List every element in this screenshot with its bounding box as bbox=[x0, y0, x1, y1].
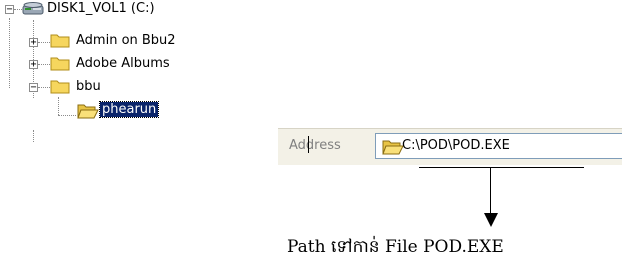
folder-icon bbox=[50, 34, 70, 48]
address-input[interactable]: C:\POD\POD.EXE bbox=[375, 133, 622, 159]
tree-connector bbox=[33, 130, 34, 142]
tree-connector bbox=[58, 115, 76, 116]
tree-connector bbox=[38, 87, 50, 88]
address-value: C:\POD\POD.EXE bbox=[402, 138, 510, 153]
underline bbox=[419, 167, 584, 168]
tree-item-admin-on-bbu2[interactable]: Admin on Bbu2 bbox=[76, 33, 176, 48]
open-folder-icon bbox=[77, 104, 99, 119]
collapse-toggle[interactable]: − bbox=[5, 5, 14, 15]
drive-label[interactable]: DISK1_VOL1 (C:) bbox=[47, 1, 155, 16]
collapse-toggle[interactable]: − bbox=[29, 83, 38, 93]
tree-item-adobe-albums[interactable]: Adobe Albums bbox=[76, 56, 170, 71]
tree-connector bbox=[38, 42, 50, 43]
tree-connector bbox=[38, 64, 50, 65]
tree-item-phearun[interactable]: phearun bbox=[98, 101, 160, 118]
folder-tree: − DISK1_VOL1 (C:) + Admin on Bbu2 + Adob… bbox=[0, 0, 275, 160]
down-arrow-icon bbox=[484, 213, 498, 227]
tree-connector bbox=[9, 18, 10, 88]
text-caret bbox=[308, 136, 309, 153]
drive-icon bbox=[22, 2, 44, 15]
annotation-caption: Path ទៅកាន់ File POD.EXE bbox=[287, 237, 504, 257]
arrow-shaft bbox=[490, 167, 491, 215]
folder-icon bbox=[50, 57, 70, 71]
tree-item-bbu[interactable]: bbu bbox=[76, 79, 101, 94]
expand-toggle[interactable]: + bbox=[29, 38, 38, 48]
folder-icon bbox=[382, 140, 404, 155]
address-bar: Address C:\POD\POD.EXE bbox=[278, 128, 622, 165]
tree-connector bbox=[58, 97, 59, 115]
address-label: Address bbox=[289, 138, 341, 153]
expand-toggle[interactable]: + bbox=[29, 60, 38, 70]
folder-icon bbox=[50, 80, 70, 94]
